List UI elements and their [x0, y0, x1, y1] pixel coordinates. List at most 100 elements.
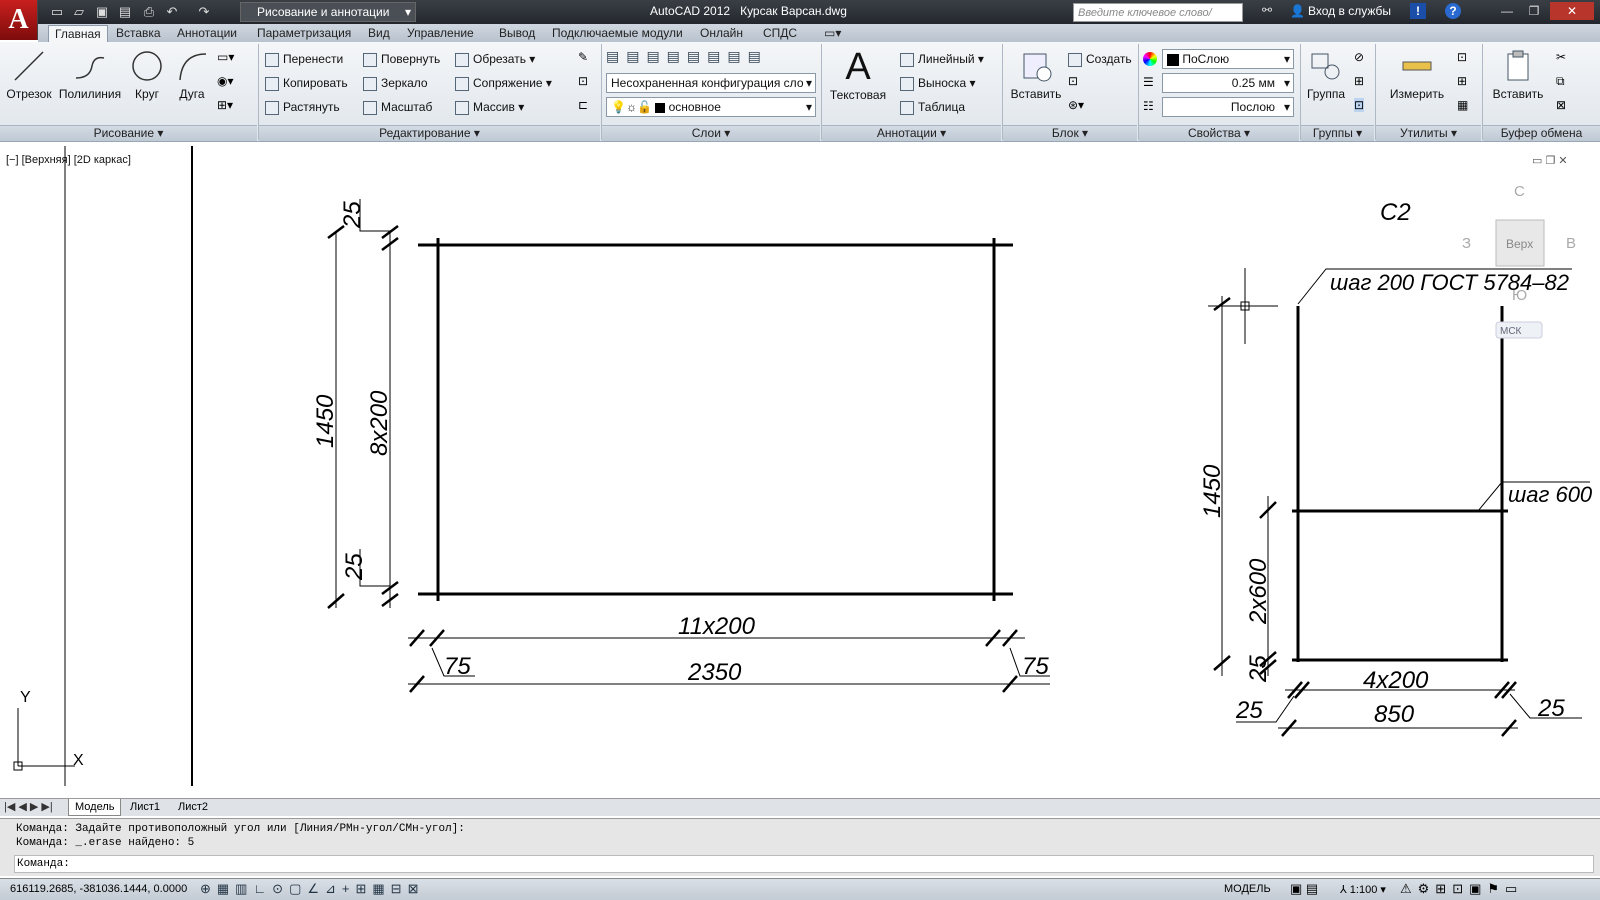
- binoculars-icon[interactable]: ⚯: [1262, 3, 1272, 17]
- block-panel-title[interactable]: Блок ▾: [1003, 125, 1137, 141]
- user-icon[interactable]: 👤: [1290, 4, 1305, 18]
- leader-button[interactable]: Выноска ▾: [900, 74, 975, 92]
- layer-tools-icons[interactable]: ▤▤▤▤▤▤▤▤: [606, 48, 816, 66]
- command-input[interactable]: Команда:: [14, 855, 1594, 873]
- linetype-dropdown[interactable]: Послою ▾: [1162, 97, 1294, 117]
- stretch-button[interactable]: Растянуть: [265, 98, 340, 116]
- minimize-button[interactable]: —: [1495, 2, 1519, 20]
- edit-block-icon[interactable]: ⊡: [1068, 74, 1078, 88]
- explode-icon[interactable]: ⊡: [578, 74, 588, 88]
- tab-parametric[interactable]: Параметризация: [251, 25, 357, 42]
- modify-panel-title[interactable]: Редактирование ▾: [259, 125, 600, 141]
- coordinates-readout[interactable]: 616119.2685, -381036.1444, 0.0000: [10, 883, 187, 895]
- tab-output[interactable]: Вывод: [493, 25, 541, 42]
- layer-state-dropdown[interactable]: Несохраненная конфигурация сло ▾: [606, 73, 816, 93]
- drafting-toggles[interactable]: ⊕▦▥∟⊙▢∠⊿+⊞▦⊟⊠: [200, 881, 424, 897]
- lineweight-dropdown[interactable]: 0.25 мм ▾: [1162, 73, 1294, 93]
- fillet-button[interactable]: Сопряжение ▾: [455, 74, 552, 92]
- scale-button[interactable]: Масштаб: [363, 98, 432, 116]
- viewcube-south[interactable]: Ю: [1512, 287, 1527, 304]
- quick-select-icon[interactable]: ⊡: [1457, 50, 1467, 64]
- annotation-scale[interactable]: ⅄ 1:100 ▾: [1340, 883, 1386, 896]
- tab-sheet2[interactable]: Лист2: [172, 799, 214, 816]
- viewcube-north[interactable]: С: [1514, 183, 1525, 200]
- group-edit-icon[interactable]: ⊞: [1354, 74, 1364, 88]
- save-icon[interactable]: ▣: [93, 3, 111, 21]
- save-as-icon[interactable]: ▤: [116, 3, 134, 21]
- select-all-icon[interactable]: ⊞: [1457, 74, 1467, 88]
- tab-extra-icon[interactable]: ▭▾: [818, 25, 847, 42]
- color-dropdown[interactable]: ПоСлою ▾: [1162, 49, 1294, 69]
- measure-button[interactable]: Измерить: [1385, 48, 1449, 101]
- offset-icon[interactable]: ⊏: [578, 98, 588, 112]
- utilities-panel-title[interactable]: Утилиты ▾: [1376, 125, 1481, 141]
- open-icon[interactable]: ▱: [70, 3, 88, 21]
- copy-button[interactable]: Копировать: [265, 74, 348, 92]
- model-space-button[interactable]: МОДЕЛЬ: [1224, 883, 1271, 895]
- layers-panel-title[interactable]: Слои ▾: [602, 125, 820, 141]
- ungroup-icon[interactable]: ⊘: [1354, 50, 1364, 64]
- help-icon[interactable]: ?: [1445, 3, 1461, 19]
- cut-icon[interactable]: ✂: [1556, 50, 1566, 64]
- trim-button[interactable]: Обрезать ▾: [455, 50, 535, 68]
- move-button[interactable]: Перенести: [265, 50, 343, 68]
- rectangle-icon[interactable]: ▭▾: [217, 50, 234, 64]
- viewcube-top[interactable]: Верх: [1506, 237, 1533, 251]
- tab-model[interactable]: Модель: [68, 799, 122, 816]
- tab-spds[interactable]: СПДС: [757, 25, 803, 42]
- tab-annotate[interactable]: Аннотации: [171, 25, 243, 42]
- rotate-button[interactable]: Повернуть: [363, 50, 440, 68]
- group-select-icon[interactable]: ⊡: [1354, 98, 1365, 112]
- tab-sheet1[interactable]: Лист1: [124, 799, 166, 816]
- viewcube[interactable]: С З В Ю Верх МСК: [1462, 183, 1576, 339]
- create-block-button[interactable]: Создать: [1068, 50, 1132, 68]
- array-button[interactable]: Массив ▾: [455, 98, 524, 116]
- tab-manage[interactable]: Управление: [401, 25, 480, 42]
- polyline-button[interactable]: Полилиния: [57, 48, 123, 101]
- properties-panel-title[interactable]: Свойства ▾: [1139, 125, 1299, 141]
- color-wheel-icon[interactable]: [1143, 52, 1157, 66]
- annotation-panel-title[interactable]: Аннотации ▾: [822, 125, 1001, 141]
- undo-icon[interactable]: ↶: [163, 3, 181, 21]
- draw-panel-title[interactable]: Рисование ▾: [0, 125, 257, 141]
- viewcube-east[interactable]: В: [1566, 235, 1576, 252]
- hatch-icon[interactable]: ◉▾: [217, 74, 234, 88]
- print-icon[interactable]: ⎙: [140, 3, 158, 21]
- login-link[interactable]: Вход в службы: [1308, 4, 1391, 18]
- group-button[interactable]: Группа: [1303, 48, 1349, 101]
- copy-clip-icon[interactable]: ⧉: [1556, 74, 1565, 89]
- line-button[interactable]: Отрезок: [6, 48, 52, 101]
- viewcube-west[interactable]: З: [1462, 235, 1471, 252]
- region-icon[interactable]: ⊞▾: [217, 98, 233, 112]
- tab-plugins[interactable]: Подключаемые модули: [546, 25, 689, 42]
- exchange-icon[interactable]: !: [1410, 3, 1426, 19]
- text-button[interactable]: A Текстовая: [828, 46, 888, 102]
- groups-panel-title[interactable]: Группы ▾: [1301, 125, 1374, 141]
- layout-view-icons[interactable]: ▣ ▤: [1290, 881, 1318, 897]
- tab-home[interactable]: Главная: [48, 25, 108, 42]
- mirror-button[interactable]: Зеркало: [363, 74, 428, 92]
- layer-dropdown[interactable]: 💡☼🔓 основное ▾: [606, 97, 816, 117]
- tab-insert[interactable]: Вставка: [110, 25, 167, 42]
- match-properties-icon[interactable]: ⊠: [1556, 98, 1566, 112]
- arc-button[interactable]: Дуга: [172, 48, 212, 101]
- maximize-button[interactable]: ❐: [1522, 2, 1546, 20]
- workspace-dropdown[interactable]: Рисование и аннотации ▾: [240, 2, 416, 22]
- search-input[interactable]: Введите ключевое слово/фразу: [1073, 3, 1243, 38]
- attribute-icon[interactable]: ⊛▾: [1068, 98, 1084, 112]
- insert-block-button[interactable]: Вставить: [1008, 48, 1064, 101]
- application-menu-button[interactable]: A: [0, 0, 38, 40]
- close-button[interactable]: ✕: [1550, 2, 1594, 20]
- status-tray-icons[interactable]: ⚠⚙⊞⊡▣⚑▭: [1400, 881, 1523, 897]
- redo-icon[interactable]: ↷: [195, 3, 213, 21]
- table-button[interactable]: Таблица: [900, 98, 965, 116]
- paste-button[interactable]: Вставить: [1488, 48, 1548, 101]
- linear-dimension-button[interactable]: Линейный ▾: [900, 50, 984, 68]
- new-icon[interactable]: ▭: [48, 3, 66, 21]
- ucs-menu[interactable]: МСК: [1500, 326, 1522, 337]
- erase-icon[interactable]: ✎: [578, 50, 588, 64]
- clipboard-panel-title[interactable]: Буфер обмена: [1483, 125, 1600, 141]
- tab-view[interactable]: Вид: [362, 25, 396, 42]
- tab-online[interactable]: Онлайн: [694, 25, 749, 42]
- layout-nav-arrows[interactable]: |◀ ◀ ▶ ▶|: [4, 800, 53, 813]
